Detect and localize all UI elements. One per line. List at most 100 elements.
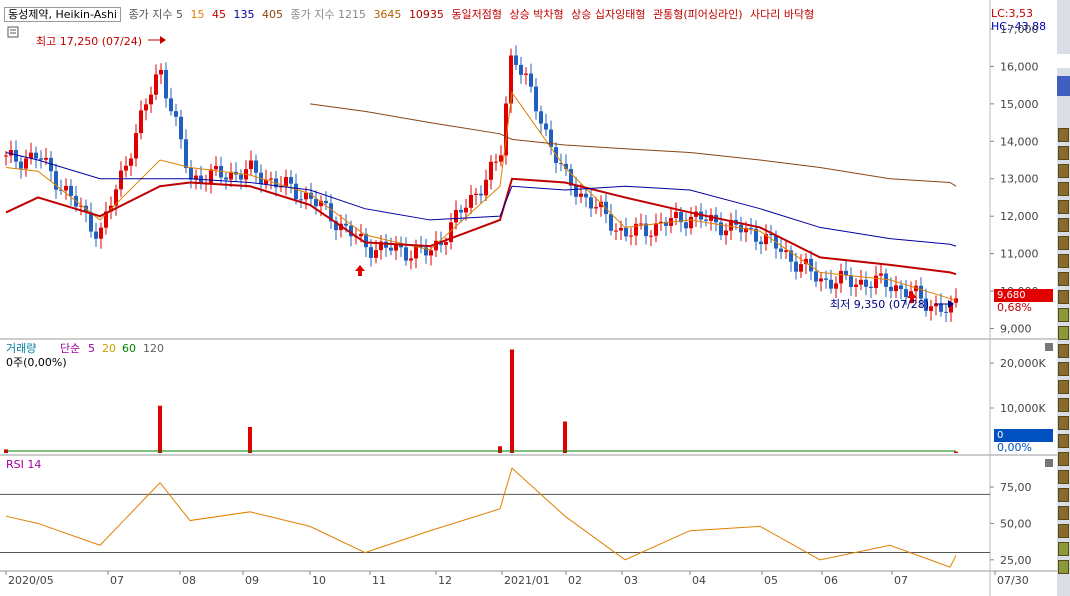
candle-body	[374, 250, 378, 258]
candle-body	[389, 247, 393, 251]
candle-body	[594, 207, 598, 209]
side-toolbar-field[interactable]	[1057, 54, 1070, 68]
candle-body	[294, 183, 298, 200]
candle-body	[829, 279, 833, 289]
volume-bar	[248, 426, 252, 453]
candle-body	[589, 197, 593, 209]
x-axis: 2020/05 07 08 09 10 11 12 2021/01 02 03 04 05 06 07 07…	[5, 571, 1029, 587]
candle-body	[579, 193, 583, 197]
volume-bar	[954, 451, 958, 453]
candle-body	[904, 289, 908, 298]
candle-body	[689, 216, 693, 229]
price-panel: 17,000 16,000 15,000 14,000 13,000 12,000 11,0…	[4, 23, 1039, 336]
candle-body	[649, 235, 653, 237]
side-toolbar-item[interactable]	[1058, 506, 1069, 520]
candle-body	[429, 250, 433, 256]
side-toolbar-item[interactable]	[1058, 416, 1069, 430]
candle-body	[189, 168, 193, 180]
price-tick-label: 14,000	[1000, 135, 1039, 148]
side-toolbar-item[interactable]	[1058, 182, 1069, 196]
candle-body	[69, 185, 73, 196]
side-toolbar-item[interactable]	[1058, 326, 1069, 340]
side-toolbar-item[interactable]	[1058, 272, 1069, 286]
rsi-tick-label: 25,00	[1000, 554, 1032, 567]
chart-window: 동성제약, Heikin-Ashi 종가 지수 5 15 45 135 405 …	[0, 0, 1057, 596]
candle-body	[609, 214, 613, 231]
panel-settings-icon[interactable]	[7, 26, 19, 38]
side-toolbar-item[interactable]	[1058, 218, 1069, 232]
side-toolbar-item[interactable]	[1058, 128, 1069, 142]
candle-body	[834, 283, 838, 289]
candle-body	[34, 152, 38, 159]
rsi-panel: 75,00 50,00 25,00	[0, 467, 1032, 568]
candle-body	[889, 286, 893, 292]
side-toolbar-item[interactable]	[1058, 146, 1069, 160]
rsi-panel-button[interactable]	[1045, 459, 1053, 467]
signal-up-arrow	[355, 265, 365, 276]
candle-body	[919, 285, 923, 299]
x-tick-label: 05	[764, 574, 778, 587]
side-toolbar-item[interactable]	[1058, 308, 1069, 322]
side-toolbar-item[interactable]	[1058, 164, 1069, 178]
volume-tick-label: 10,000K	[1000, 402, 1046, 415]
rsi-title: RSI 14	[6, 458, 41, 471]
price-tick-label: 17,000	[1000, 23, 1039, 36]
candle-body	[464, 207, 468, 213]
price-tick-label: 15,000	[1000, 98, 1039, 111]
side-toolbar-item[interactable]	[1058, 524, 1069, 538]
side-toolbar-scroll-button[interactable]	[1057, 76, 1070, 96]
side-toolbar-item[interactable]	[1058, 452, 1069, 466]
candle-body	[314, 198, 318, 207]
volume-panel: 20,000K 10,000K	[4, 349, 1046, 453]
side-toolbar-item[interactable]	[1058, 344, 1069, 358]
side-toolbar-item[interactable]	[1058, 488, 1069, 502]
side-toolbar-item[interactable]	[1058, 434, 1069, 448]
candle-body	[494, 161, 498, 163]
candle-body	[479, 193, 483, 196]
side-toolbar-item[interactable]	[1058, 254, 1069, 268]
volume-ma-20: 20	[102, 342, 116, 355]
candle-body	[14, 149, 18, 162]
side-toolbar-item[interactable]	[1058, 560, 1069, 574]
side-toolbar-item[interactable]	[1058, 362, 1069, 376]
candle-body	[534, 86, 538, 112]
candle-body	[144, 104, 148, 111]
candle-body	[129, 158, 133, 166]
side-toolbar-item[interactable]	[1058, 398, 1069, 412]
candle-body	[474, 193, 478, 196]
candle-body	[224, 177, 228, 180]
current-price-value: 9,680	[997, 290, 1026, 301]
candle-body	[324, 200, 328, 204]
candle-body	[184, 139, 188, 169]
volume-panel-button[interactable]	[1045, 343, 1053, 351]
ma-line-405	[309, 103, 957, 187]
side-toolbar-item[interactable]	[1058, 380, 1069, 394]
candle-body	[884, 273, 888, 287]
candle-body	[169, 98, 173, 112]
candle-body	[469, 195, 473, 208]
candle-body	[369, 247, 373, 258]
candle-body	[214, 165, 218, 170]
side-toolbar-item[interactable]	[1058, 290, 1069, 304]
candle-body	[164, 69, 168, 99]
volume-status: 0주(0,00%)	[6, 356, 67, 369]
candle-body	[639, 223, 643, 225]
candle-body	[539, 111, 543, 124]
price-tick-label: 9,000	[1000, 323, 1032, 336]
candle-body	[584, 193, 588, 198]
side-toolbar-item[interactable]	[1058, 236, 1069, 250]
price-tick-label: 13,000	[1000, 173, 1039, 186]
candle-body	[289, 177, 293, 184]
candle-body	[624, 227, 628, 237]
candle-body	[614, 230, 618, 232]
side-toolbar-item[interactable]	[1058, 542, 1069, 556]
candle-body	[864, 279, 868, 287]
side-toolbar-item[interactable]	[1058, 470, 1069, 484]
candle-body	[179, 116, 183, 140]
side-toolbar-item[interactable]	[1058, 200, 1069, 214]
side-toolbar	[1057, 0, 1070, 596]
candle-body	[89, 212, 93, 232]
candle-body	[519, 64, 523, 75]
candle-body	[799, 264, 803, 272]
x-tick-label: 2020/05	[8, 574, 54, 587]
